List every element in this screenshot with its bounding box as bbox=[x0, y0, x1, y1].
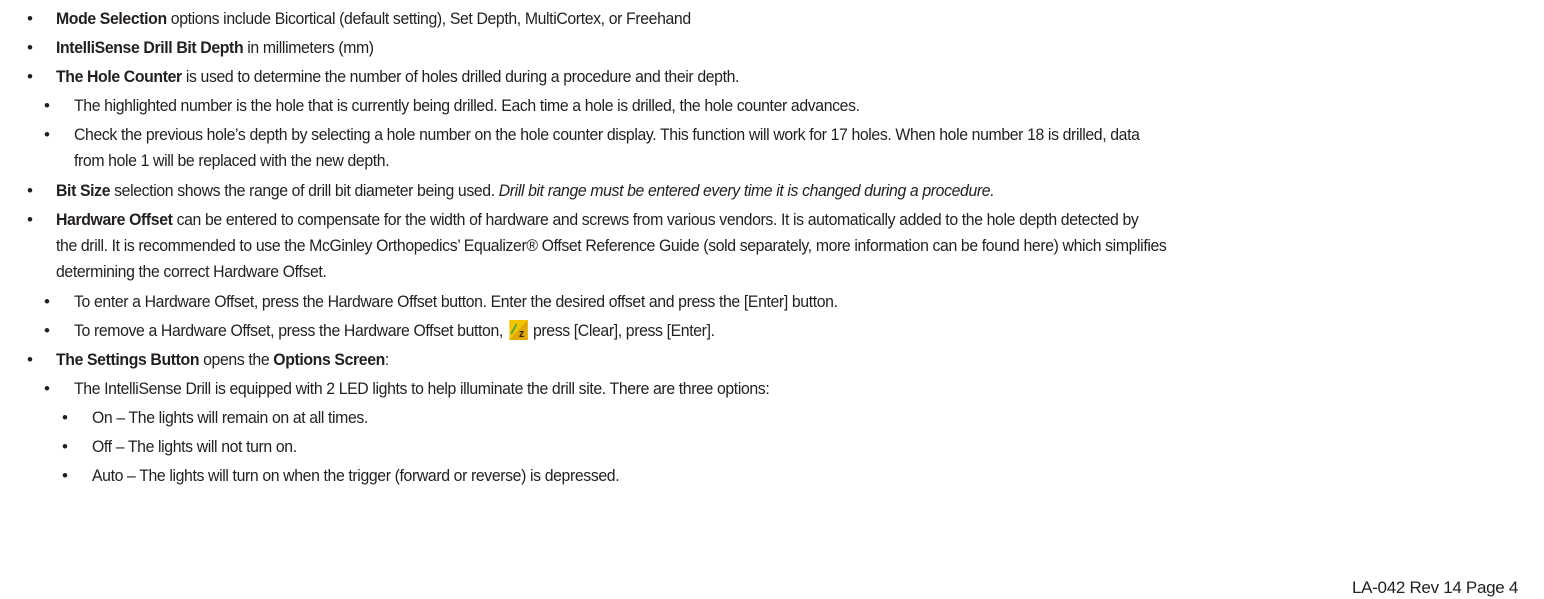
bullet-settings-button: The Settings Button opens the Options Sc… bbox=[56, 349, 389, 371]
term-drill-bit-depth: IntelliSense Drill Bit Depth bbox=[56, 38, 244, 57]
term-settings-button: The Settings Button bbox=[56, 350, 200, 369]
bullet-marker: • bbox=[27, 181, 33, 200]
sub-sub-bullet-marker: • bbox=[62, 408, 68, 427]
clear-z-icon: z bbox=[508, 320, 528, 340]
bullet-marker: • bbox=[27, 350, 33, 369]
document-page: • Mode Selection options include Bicorti… bbox=[0, 0, 1544, 598]
bullet-marker: • bbox=[27, 67, 33, 86]
term-hardware-offset: Hardware Offset bbox=[56, 210, 173, 229]
sub-bullet-marker: • bbox=[44, 96, 50, 115]
sub-bullet-previous-depth-line1: Check the previous hole’s depth by selec… bbox=[74, 125, 1140, 144]
option-auto: Auto – The lights will turn on when the … bbox=[92, 466, 620, 485]
sub-sub-bullet-marker: • bbox=[62, 466, 68, 485]
sub-bullet-marker: • bbox=[44, 379, 50, 398]
term-options-screen: Options Screen bbox=[273, 350, 385, 369]
term-mode-selection: Mode Selection bbox=[56, 9, 167, 28]
sub-bullet-remove-offset: To remove a Hardware Offset, press the H… bbox=[74, 320, 715, 342]
sub-bullet-led-lights: The IntelliSense Drill is equipped with … bbox=[74, 379, 770, 398]
bullet-hole-counter: The Hole Counter is used to determine th… bbox=[56, 66, 739, 88]
sub-bullet-enter-offset: To enter a Hardware Offset, press the Ha… bbox=[74, 292, 838, 311]
bullet-marker: • bbox=[27, 210, 33, 229]
page-footer: LA-042 Rev 14 Page 4 bbox=[1352, 578, 1519, 597]
bullet-marker: • bbox=[27, 38, 33, 57]
option-on: On – The lights will remain on at all ti… bbox=[92, 408, 368, 427]
term-hole-counter: The Hole Counter bbox=[56, 67, 182, 86]
bullet-text: is used to determine the number of holes… bbox=[181, 67, 740, 86]
bullet-text: : bbox=[384, 350, 389, 369]
bullet-hardware-offset-line1: Hardware Offset can be entered to compen… bbox=[56, 209, 1139, 231]
svg-text:z: z bbox=[519, 328, 524, 340]
bullet-text: can be entered to compensate for the wid… bbox=[172, 210, 1139, 229]
sub-bullet-marker: • bbox=[44, 292, 50, 311]
sub-bullet-highlighted-number: The highlighted number is the hole that … bbox=[74, 96, 860, 115]
sub-bullet-text: press [Clear], press [Enter]. bbox=[532, 321, 715, 340]
bullet-drill-bit-depth: IntelliSense Drill Bit Depth in millimet… bbox=[56, 37, 374, 59]
sub-bullet-text: To remove a Hardware Offset, press the H… bbox=[74, 321, 507, 340]
bullet-text: options include Bicortical (default sett… bbox=[166, 9, 691, 28]
bullet-text: opens the bbox=[199, 350, 274, 369]
sub-sub-bullet-marker: • bbox=[62, 437, 68, 456]
sub-bullet-marker: • bbox=[44, 321, 50, 340]
bullet-marker: • bbox=[27, 9, 33, 28]
bullet-text: selection shows the range of drill bit d… bbox=[110, 181, 499, 200]
sub-bullet-marker: • bbox=[44, 125, 50, 144]
term-bit-size: Bit Size bbox=[56, 181, 111, 200]
bullet-text: in millimeters (mm) bbox=[243, 38, 374, 57]
bit-size-note: Drill bit range must be entered every ti… bbox=[498, 181, 995, 200]
bullet-bit-size: Bit Size selection shows the range of dr… bbox=[56, 180, 995, 202]
bullet-hardware-offset-line3: determining the correct Hardware Offset. bbox=[56, 262, 327, 281]
bullet-hardware-offset-line2: the drill. It is recommended to use the … bbox=[56, 236, 1167, 255]
option-off: Off – The lights will not turn on. bbox=[92, 437, 297, 456]
sub-bullet-previous-depth-line2: from hole 1 will be replaced with the ne… bbox=[74, 151, 390, 170]
bullet-mode-selection: Mode Selection options include Bicortica… bbox=[56, 8, 691, 30]
